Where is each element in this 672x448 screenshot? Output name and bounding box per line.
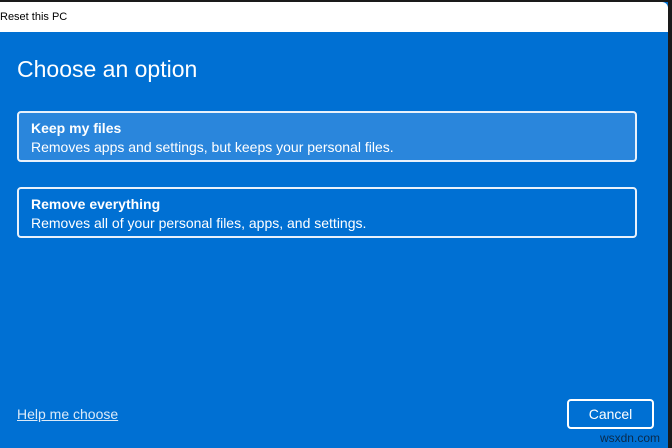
option-description: Removes apps and settings, but keeps you… (31, 139, 394, 155)
option-remove-everything[interactable]: Remove everything Removes all of your pe… (17, 187, 637, 238)
help-me-choose-link[interactable]: Help me choose (17, 406, 118, 422)
reset-pc-dialog: Reset this PC Choose an option Keep my f… (0, 2, 668, 448)
option-keep-my-files[interactable]: Keep my files Removes apps and settings,… (17, 111, 637, 162)
page-title: Choose an option (17, 56, 198, 82)
option-title: Keep my files (31, 120, 122, 136)
option-title: Remove everything (31, 196, 161, 212)
title-bar: Reset this PC (0, 2, 668, 32)
option-description: Removes all of your personal files, apps… (31, 215, 367, 231)
cancel-button[interactable]: Cancel (567, 399, 654, 429)
watermark: wsxdn.com (599, 431, 660, 445)
